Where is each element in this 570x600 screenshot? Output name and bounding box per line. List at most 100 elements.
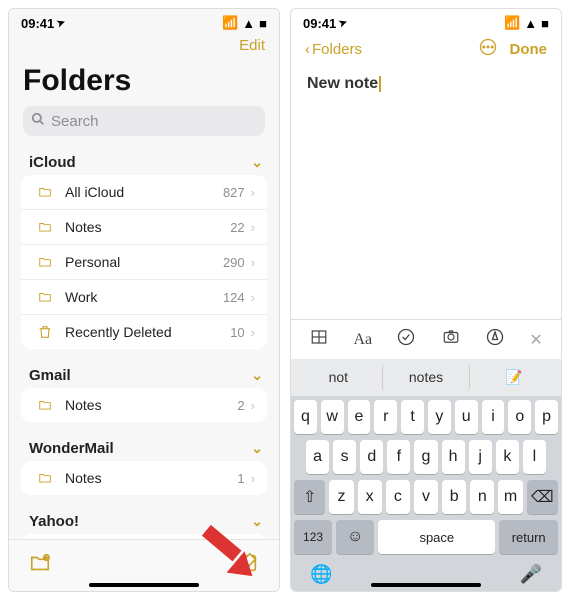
- folder-row[interactable]: Recently Deleted10›: [21, 315, 267, 349]
- dismiss-icon[interactable]: ✕: [529, 330, 542, 350]
- section-header[interactable]: WonderMail⌄: [9, 432, 279, 461]
- folder-count: 1: [237, 471, 244, 486]
- key-c[interactable]: c: [386, 480, 410, 514]
- key-m[interactable]: m: [498, 480, 522, 514]
- key-b[interactable]: b: [442, 480, 466, 514]
- home-indicator: [371, 583, 481, 587]
- wifi-icon: ▲: [242, 16, 255, 31]
- folder-count: 827: [223, 185, 245, 200]
- shift-key[interactable]: ⇧: [294, 480, 325, 514]
- key-h[interactable]: h: [442, 440, 465, 474]
- key-j[interactable]: j: [469, 440, 492, 474]
- battery-icon: ■: [541, 16, 549, 31]
- key-x[interactable]: x: [358, 480, 382, 514]
- folder-label: Notes: [55, 397, 237, 413]
- key-q[interactable]: q: [294, 400, 317, 434]
- location-icon: ➤: [338, 16, 350, 29]
- clock: 09:41: [21, 16, 54, 31]
- folder-icon: [35, 220, 55, 234]
- location-icon: ➤: [56, 16, 68, 29]
- folder-row[interactable]: All iCloud827›: [21, 175, 267, 210]
- key-f[interactable]: f: [387, 440, 410, 474]
- search-input[interactable]: Search: [23, 106, 265, 136]
- folder-card: Notes2›: [21, 388, 267, 422]
- key-s[interactable]: s: [333, 440, 356, 474]
- section-header[interactable]: iCloud⌄: [9, 146, 279, 175]
- key-v[interactable]: v: [414, 480, 438, 514]
- edit-button[interactable]: Edit: [239, 37, 265, 54]
- folder-icon: [35, 398, 55, 412]
- more-icon[interactable]: [478, 37, 498, 61]
- markup-icon[interactable]: [485, 327, 505, 352]
- key-e[interactable]: e: [348, 400, 371, 434]
- key-d[interactable]: d: [360, 440, 383, 474]
- folder-icon: [35, 185, 55, 199]
- key-o[interactable]: o: [508, 400, 531, 434]
- folder-row[interactable]: Notes22›: [21, 210, 267, 245]
- wifi-icon: ▲: [524, 16, 537, 31]
- back-button[interactable]: ‹ Folders: [305, 41, 362, 58]
- section-header[interactable]: Gmail⌄: [9, 359, 279, 388]
- folder-row[interactable]: Notes2›: [21, 388, 267, 422]
- chevron-right-icon: ›: [245, 220, 255, 235]
- key-w[interactable]: w: [321, 400, 344, 434]
- folder-row[interactable]: Work124›: [21, 280, 267, 315]
- key-a[interactable]: a: [306, 440, 329, 474]
- return-key[interactable]: return: [499, 520, 558, 554]
- camera-icon[interactable]: [441, 328, 461, 351]
- suggestion-3[interactable]: 📝: [470, 364, 557, 391]
- space-key[interactable]: space: [378, 520, 495, 554]
- text-cursor: [379, 76, 381, 92]
- key-u[interactable]: u: [455, 400, 478, 434]
- chevron-right-icon: ›: [245, 185, 255, 200]
- folder-label: Personal: [55, 254, 223, 270]
- key-i[interactable]: i: [482, 400, 505, 434]
- chevron-right-icon: ›: [245, 398, 255, 413]
- chevron-right-icon: ›: [245, 290, 255, 305]
- key-k[interactable]: k: [496, 440, 519, 474]
- key-p[interactable]: p: [535, 400, 558, 434]
- folder-card: Notes1›: [21, 461, 267, 495]
- key-r[interactable]: r: [374, 400, 397, 434]
- section-title: Gmail: [29, 367, 71, 384]
- table-icon[interactable]: [309, 328, 329, 351]
- key-y[interactable]: y: [428, 400, 451, 434]
- clock: 09:41: [303, 16, 336, 31]
- suggestion-1[interactable]: not: [295, 364, 382, 391]
- emoji-key[interactable]: ☺: [336, 520, 374, 554]
- folder-card: All iCloud827›Notes22›Personal290›Work12…: [21, 175, 267, 349]
- mic-icon[interactable]: 🎤: [520, 564, 542, 585]
- note-title: New note: [307, 75, 378, 92]
- folder-count: 10: [230, 325, 244, 340]
- key-z[interactable]: z: [329, 480, 353, 514]
- folder-row[interactable]: Notes1›: [21, 461, 267, 495]
- chevron-down-icon: ⌄: [251, 440, 263, 457]
- key-g[interactable]: g: [414, 440, 437, 474]
- folder-row[interactable]: Personal290›: [21, 245, 267, 280]
- folder-label: All iCloud: [55, 184, 223, 200]
- key-l[interactable]: l: [523, 440, 546, 474]
- folder-icon: [35, 290, 55, 304]
- folder-label: Notes: [55, 219, 230, 235]
- folder-count: 290: [223, 255, 245, 270]
- key-n[interactable]: n: [470, 480, 494, 514]
- done-button[interactable]: Done: [510, 41, 548, 58]
- globe-icon[interactable]: 🌐: [310, 564, 332, 585]
- section-header[interactable]: Yahoo!⌄: [9, 505, 279, 534]
- note-body[interactable]: New note: [291, 65, 561, 319]
- keyboard: qwertyuiop asdfghjkl ⇧zxcvbnm⌫ 123☺spaceret…: [291, 396, 561, 591]
- note-editor-screen: 09:41 ➤ 📶 ▲ ■ ‹ Folders Done New note Aa…: [290, 8, 562, 592]
- folder-label: Recently Deleted: [55, 324, 230, 340]
- status-bar: 09:41 ➤ 📶 ▲ ■: [291, 9, 561, 33]
- suggestion-2[interactable]: notes: [382, 364, 471, 391]
- nav-bar: ‹ Folders Done: [291, 33, 561, 65]
- chevron-down-icon: ⌄: [251, 513, 263, 530]
- numbers-key[interactable]: 123: [294, 520, 332, 554]
- checklist-icon[interactable]: [396, 327, 416, 352]
- new-folder-icon[interactable]: +: [29, 552, 51, 579]
- format-icon[interactable]: Aa: [353, 331, 372, 349]
- backspace-key[interactable]: ⌫: [527, 480, 558, 514]
- chevron-right-icon: ›: [245, 471, 255, 486]
- key-t[interactable]: t: [401, 400, 424, 434]
- nav-bar: Edit: [9, 33, 279, 58]
